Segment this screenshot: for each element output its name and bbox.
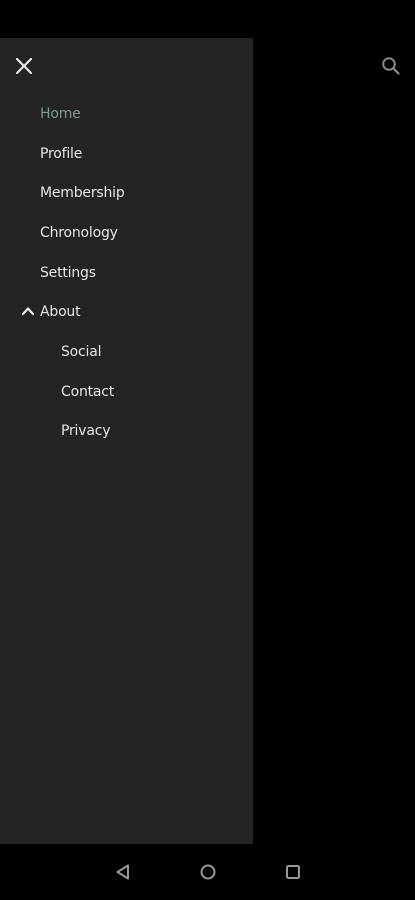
- search-button[interactable]: [377, 52, 405, 80]
- menu-item-chronology[interactable]: Chronology: [0, 213, 253, 253]
- recents-button[interactable]: [282, 861, 304, 883]
- menu-item-settings[interactable]: Settings: [0, 253, 253, 293]
- menu-item-profile[interactable]: Profile: [0, 134, 253, 174]
- menu-item-label: Social: [61, 343, 102, 360]
- chevron-up-icon: [21, 307, 35, 316]
- home-icon: [200, 864, 216, 880]
- menu-item-label: Membership: [40, 185, 125, 202]
- back-icon: [116, 864, 129, 880]
- search-icon: [382, 57, 400, 75]
- navigation-drawer: Home Profile Membership Chronology Setti…: [0, 38, 253, 844]
- menu-item-contact[interactable]: Contact: [0, 372, 253, 412]
- menu-item-about[interactable]: About: [0, 292, 253, 332]
- menu-item-label: Privacy: [61, 423, 111, 440]
- menu-item-label: Profile: [40, 145, 83, 162]
- menu-item-label: Chronology: [40, 224, 118, 241]
- back-button[interactable]: [112, 861, 134, 883]
- menu-item-privacy[interactable]: Privacy: [0, 412, 253, 452]
- home-button[interactable]: [197, 861, 219, 883]
- main-content-area: [253, 38, 415, 844]
- close-drawer-button[interactable]: [10, 52, 38, 80]
- menu-item-label: Home: [40, 105, 81, 122]
- close-icon: [15, 57, 33, 75]
- menu-item-label: About: [40, 304, 81, 321]
- system-navigation-bar: [0, 844, 415, 900]
- menu-item-home[interactable]: Home: [0, 94, 253, 134]
- menu-item-label: Settings: [40, 264, 96, 281]
- menu-item-social[interactable]: Social: [0, 332, 253, 372]
- menu-item-label: Contact: [61, 383, 115, 400]
- recents-icon: [286, 865, 300, 879]
- menu-item-membership[interactable]: Membership: [0, 173, 253, 213]
- status-bar: [0, 0, 415, 38]
- drawer-menu: Home Profile Membership Chronology Setti…: [0, 94, 253, 451]
